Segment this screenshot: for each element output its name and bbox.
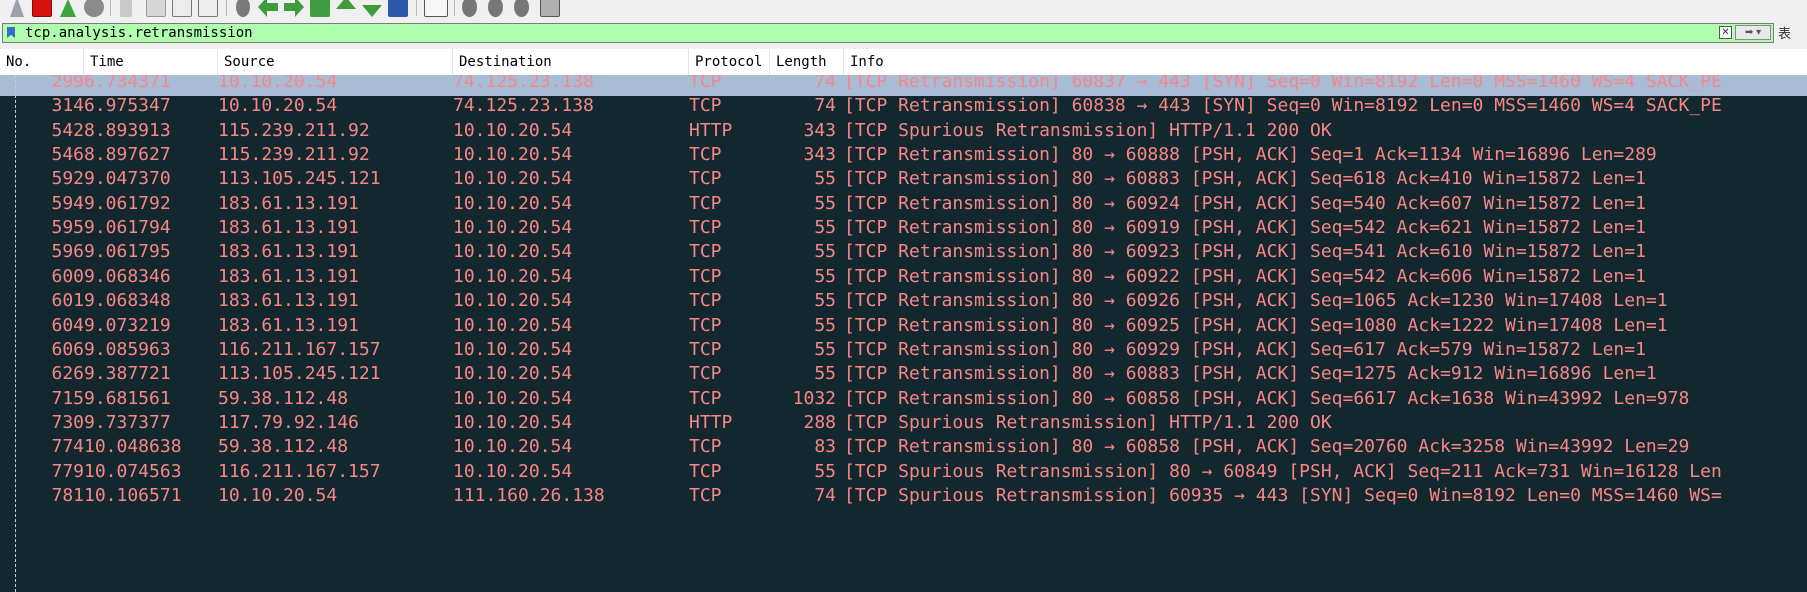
- autoscroll-icon[interactable]: [388, 0, 408, 17]
- save-icon[interactable]: [146, 0, 166, 17]
- packet-list[interactable]: 299 6.734371 10.10.20.54 74.125.23.138 T…: [0, 75, 1807, 592]
- column-header-length[interactable]: Length: [770, 49, 844, 75]
- packet-info: [TCP Spurious Retransmission] 60935 → 44…: [844, 484, 1722, 506]
- toolbar-separator: [226, 0, 227, 16]
- find-icon[interactable]: [236, 0, 250, 17]
- clear-filter-icon[interactable]: ✕: [1719, 26, 1732, 39]
- reload-icon[interactable]: [198, 0, 218, 17]
- packet-time: 10.106571: [84, 484, 182, 506]
- packet-protocol: TCP: [689, 484, 722, 506]
- bookmark-icon[interactable]: [7, 27, 15, 38]
- packet-list-header: No. Time Source Destination Protocol Len…: [0, 49, 1807, 76]
- filter-text[interactable]: tcp.analysis.retransmission: [25, 25, 253, 41]
- goto-icon[interactable]: [310, 0, 330, 17]
- column-header-protocol[interactable]: Protocol: [689, 49, 770, 75]
- first-icon[interactable]: [336, 0, 356, 9]
- expression-button[interactable]: 表: [1778, 23, 1791, 42]
- apply-filter-icon[interactable]: ➡ ▾: [1735, 25, 1771, 40]
- restart-icon[interactable]: [60, 0, 76, 17]
- resize-columns-icon[interactable]: [540, 0, 560, 17]
- column-header-no[interactable]: No.: [0, 49, 84, 75]
- close-icon[interactable]: [172, 0, 192, 17]
- zoom-in-icon[interactable]: [462, 0, 477, 17]
- packet-source: 10.10.20.54: [218, 484, 338, 506]
- column-header-source[interactable]: Source: [218, 49, 453, 75]
- display-filter-bar: tcp.analysis.retransmission ✕ ➡ ▾ 表: [0, 19, 1807, 49]
- forward-icon[interactable]: [284, 0, 304, 17]
- column-header-time[interactable]: Time: [84, 49, 218, 75]
- column-header-info[interactable]: Info: [844, 49, 1807, 75]
- last-icon[interactable]: [362, 5, 382, 17]
- stop-icon[interactable]: [32, 0, 52, 17]
- open-icon[interactable]: [120, 0, 132, 17]
- back-icon[interactable]: [258, 0, 278, 17]
- packet-no: 781: [51, 484, 84, 506]
- toolbar-separator: [110, 0, 111, 16]
- options-icon[interactable]: [84, 0, 104, 17]
- zoom-reset-icon[interactable]: [514, 0, 529, 17]
- related-packet-line: [15, 75, 16, 592]
- zoom-out-icon[interactable]: [488, 0, 503, 17]
- column-header-destination[interactable]: Destination: [453, 49, 689, 75]
- toolbar-separator: [454, 0, 455, 16]
- packet-row[interactable]: 781 10.106571 10.10.20.54 111.160.26.138…: [0, 482, 1807, 510]
- display-filter-input[interactable]: tcp.analysis.retransmission ✕ ➡ ▾: [2, 23, 1774, 43]
- shark-fin-icon[interactable]: [10, 0, 24, 17]
- packet-length: 74: [814, 484, 836, 506]
- colorize-icon[interactable]: [424, 0, 448, 17]
- toolbar-separator: [416, 0, 417, 16]
- main-toolbar: [0, 0, 1807, 19]
- packet-destination: 111.160.26.138: [453, 484, 605, 506]
